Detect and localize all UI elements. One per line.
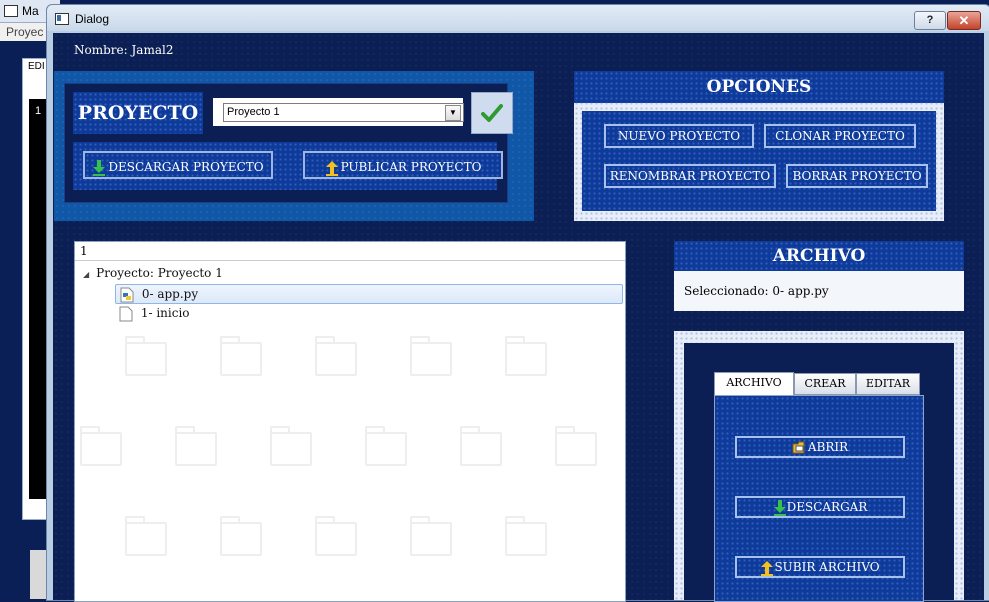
folder-watermark-icon [505,516,547,556]
upload-arrow-icon [761,560,774,576]
borrar-proyecto-button[interactable]: BORRAR PROYECTO [786,164,928,188]
dialog-titlebar[interactable]: Dialog ? ✕ [47,5,989,31]
tree-item-label: 0- app.py [141,287,199,301]
folder-watermark-icon [220,336,262,376]
folder-watermark-icon [365,426,407,466]
tree-item-label: 1- inicio [140,306,190,320]
dialog-icon [55,13,69,25]
folder-watermark-icon [125,516,167,556]
descargar-button[interactable]: DESCARGAR [735,496,905,518]
close-button[interactable]: ✕ [947,11,981,30]
proyecto-select-container: Proyecto 1 ▼ [213,98,464,126]
background-menu-item[interactable]: Proyec [6,25,43,39]
publicar-proyecto-label: PUBLICAR PROYECTO [340,160,482,174]
folder-watermark-icon [175,426,217,466]
folder-watermark-icon [220,516,262,556]
proyecto-inner: PROYECTO Proyecto 1 ▼ DESCARGAR PROYECTO… [64,83,513,203]
checkmark-icon [481,104,503,122]
opciones-buttons: NUEVO PROYECTO CLONAR PROYECTO RENOMBRAR… [582,111,936,211]
archivo-title: ARCHIVO [674,241,964,271]
dialog-client: Nombre: Jamal2 PROYECTO Proyecto 1 ▼ DES… [53,33,984,602]
folder-watermark-icon [80,426,122,466]
proyecto-label: PROYECTO [73,92,203,134]
nuevo-proyecto-button[interactable]: NUEVO PROYECTO [604,124,754,148]
folder-watermark-icon [505,336,547,376]
collapse-triangle-icon[interactable]: ◢ [83,270,89,279]
archivo-selected-label: Seleccionado: 0- app.py [684,284,829,298]
tab-archivo[interactable]: ARCHIVO [714,372,794,395]
folder-watermark-icon [315,516,357,556]
abrir-label: ABRIR [807,440,849,454]
dialog-window: Dialog ? ✕ Nombre: Jamal2 PROYECTO Proye… [46,4,989,602]
folder-watermark-icon [410,336,452,376]
subir-archivo-label: SUBIR ARCHIVO [774,560,880,574]
folder-watermark-icon [555,426,597,466]
proyecto-select[interactable]: Proyecto 1 ▼ [223,103,464,122]
download-arrow-icon [93,159,106,176]
folder-watermark-icon [315,336,357,376]
publicar-proyecto-button[interactable]: PUBLICAR PROYECTO [303,151,503,179]
descargar-proyecto-label: DESCARGAR PROYECTO [108,160,264,174]
folder-watermark-icon [410,516,452,556]
download-arrow-icon [773,499,786,516]
proyecto-select-value: Proyecto 1 [227,106,280,118]
confirm-button[interactable] [471,92,513,134]
abrir-button[interactable]: ABRIR [735,436,905,458]
archivo-selection: Seleccionado: 0- app.py [674,271,964,311]
python-file-icon [120,287,134,302]
tree-item-app-py[interactable]: 0- app.py [115,284,623,304]
open-folder-icon [792,441,805,453]
proyecto-header: PROYECTO Proyecto 1 ▼ [73,92,513,134]
tree-item-inicio[interactable]: 1- inicio [115,304,190,322]
tree-root-label: Proyecto: Proyecto 1 [96,266,223,280]
project-tree[interactable]: 1 ◢ Proyecto: Proyecto 1 0- app.py 1- ini… [74,241,626,602]
file-icon [119,306,133,321]
tree-header: 1 [75,242,625,261]
renombrar-proyecto-button[interactable]: RENOMBRAR PROYECTO [604,164,776,188]
descargar-proyecto-button[interactable]: DESCARGAR PROYECTO [83,151,273,179]
help-button[interactable]: ? [914,11,946,30]
proyecto-actions: DESCARGAR PROYECTO PUBLICAR PROYECTO [73,142,503,190]
folder-watermark-icon [270,426,312,466]
archivo-inner: ARCHIVO CREAR EDITAR ABRIR DESCARGAR SUB… [684,343,954,602]
subir-archivo-button[interactable]: SUBIR ARCHIVO [735,556,905,578]
tree-header-label: 1 [80,244,88,258]
folder-watermark-icon [460,426,502,466]
tab-editar[interactable]: EDITAR [856,373,920,395]
archivo-tab-content: ABRIR DESCARGAR SUBIR ARCHIVO [714,395,924,602]
dialog-title: Dialog [75,12,110,26]
archivo-tabs: ARCHIVO CREAR EDITAR [714,372,924,395]
user-name-label: Nombre: Jamal2 [74,43,174,57]
opciones-panel: OPCIONES NUEVO PROYECTO CLONAR PROYECTO … [574,71,944,221]
background-line-number: 1 [35,105,42,117]
archivo-panel: ARCHIVO CREAR EDITAR ABRIR DESCARGAR SUB… [674,331,964,602]
chevron-down-icon[interactable]: ▼ [445,105,461,121]
proyecto-panel: PROYECTO Proyecto 1 ▼ DESCARGAR PROYECTO… [54,71,534,221]
opciones-title: OPCIONES [574,71,944,103]
folder-watermark-icon [125,336,167,376]
clonar-proyecto-button[interactable]: CLONAR PROYECTO [764,124,916,148]
background-window-title: Ma [22,4,39,18]
background-editor-label: EDI [28,61,45,72]
tree-root[interactable]: ◢ Proyecto: Proyecto 1 [83,264,223,282]
tab-crear[interactable]: CREAR [794,373,856,395]
upload-arrow-icon [325,160,338,176]
descargar-label: DESCARGAR [786,500,868,514]
window-icon [4,5,18,17]
